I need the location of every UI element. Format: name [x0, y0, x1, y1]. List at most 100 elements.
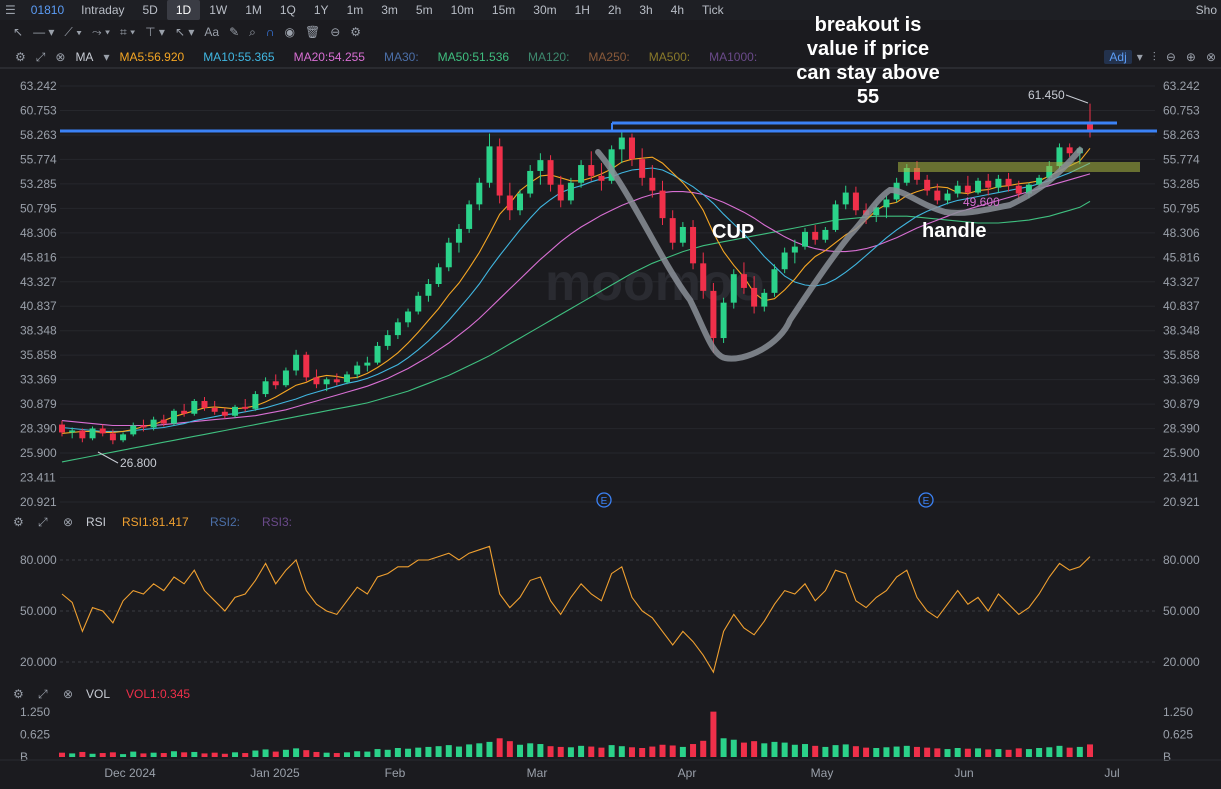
candle — [455, 228, 462, 243]
event-marker: E — [601, 496, 608, 507]
candle — [354, 365, 361, 375]
vol-tick-left: 1.250 — [20, 705, 50, 719]
candle — [700, 263, 707, 291]
volume-bar — [262, 749, 269, 757]
volume-bar — [598, 747, 605, 757]
candle — [405, 311, 412, 323]
candle — [588, 165, 595, 176]
candle — [343, 374, 350, 383]
volume-bar — [954, 748, 961, 757]
rsi-tick-left: 20.000 — [20, 655, 57, 669]
price-tick-left: 40.837 — [20, 299, 57, 313]
handle-zone — [898, 162, 1140, 172]
price-tick-right: 58.263 — [1163, 128, 1200, 142]
candle — [201, 400, 208, 408]
candle — [730, 274, 737, 303]
price-tick-left: 50.795 — [20, 201, 57, 215]
price-tick-right: 38.348 — [1163, 324, 1200, 338]
price-tick-left: 23.411 — [20, 471, 56, 485]
candle — [985, 180, 992, 188]
volume-bar — [852, 746, 859, 757]
rsi3-value[interactable]: RSI3: — [262, 515, 292, 529]
candle — [476, 182, 483, 205]
vol-label[interactable]: VOL — [86, 687, 110, 701]
candle — [323, 379, 330, 385]
volume-bar — [405, 748, 412, 757]
volume-bar — [150, 752, 157, 757]
volume-bar — [913, 746, 920, 757]
volume-bar — [679, 746, 686, 757]
price-tick-right: 63.242 — [1163, 79, 1200, 93]
candle — [140, 425, 147, 428]
gear-icon[interactable]: ⚙ — [13, 515, 24, 529]
volume-bar — [89, 753, 96, 757]
date-tick: Jun — [954, 766, 973, 780]
price-tick-left: 35.858 — [20, 348, 57, 362]
volume-bar — [343, 752, 350, 757]
volume-bar — [79, 751, 86, 757]
candle — [221, 411, 228, 416]
volume-bar — [191, 751, 198, 757]
candle — [578, 165, 585, 183]
volume-bar — [435, 746, 442, 757]
volume-bar — [242, 753, 249, 757]
volume-bar — [527, 743, 534, 757]
volume-bar — [99, 753, 106, 757]
volume-bar — [59, 752, 65, 757]
volume-bar — [567, 747, 574, 757]
volume-bar — [160, 753, 167, 757]
candle — [710, 290, 717, 339]
volume-bar — [588, 746, 595, 757]
candle — [130, 425, 137, 435]
candle — [832, 204, 839, 230]
volume-bar — [740, 742, 747, 757]
candle — [435, 267, 442, 284]
price-tick-right: 60.753 — [1163, 103, 1200, 117]
price-tick-left: 53.285 — [20, 177, 57, 191]
candle — [506, 195, 513, 211]
volume-bar — [425, 746, 432, 757]
rsi-tick-right: 80.000 — [1163, 553, 1200, 567]
date-tick: May — [811, 766, 834, 780]
volume-bar — [547, 746, 554, 757]
date-tick: Mar — [527, 766, 548, 780]
low-price-label: 26.800 — [120, 456, 157, 470]
candle — [618, 137, 625, 150]
price-tick-left: 58.263 — [20, 128, 57, 142]
chart-canvas[interactable]: moomoo 80.000 80.00050.000 50.00020.000 20.… — [0, 0, 1221, 789]
volume-bar — [1025, 749, 1032, 757]
volume-bar — [791, 744, 798, 757]
candle — [69, 430, 76, 433]
volume-bar — [323, 752, 330, 757]
volume-bar — [69, 753, 76, 757]
candle — [822, 229, 829, 240]
gear-icon[interactable]: ⚙ — [13, 687, 24, 701]
vol1-value[interactable]: VOL1:0.345 — [126, 687, 190, 701]
date-tick: Feb — [385, 766, 406, 780]
close-icon[interactable]: ⊗ — [63, 687, 73, 701]
candle — [252, 394, 259, 409]
volume-bar — [578, 745, 585, 757]
rsi2-value[interactable]: RSI2: — [210, 515, 240, 529]
candle — [771, 269, 778, 293]
volume-bar — [354, 751, 361, 757]
volume-bar — [201, 753, 208, 757]
candle — [751, 287, 758, 307]
close-icon[interactable]: ⊗ — [63, 515, 73, 529]
candle — [170, 410, 177, 424]
volume-bar — [313, 751, 320, 757]
volume-bar — [415, 747, 422, 757]
volume-bar — [303, 750, 310, 757]
volume-bar — [120, 754, 127, 757]
volume-bar — [730, 739, 737, 757]
candle — [527, 170, 534, 194]
vol-tick-right: B — [1163, 750, 1171, 764]
candle — [598, 175, 605, 181]
rsi1-value[interactable]: RSI1:81.417 — [122, 515, 189, 529]
volume-bar — [863, 747, 870, 757]
rsi-label[interactable]: RSI — [86, 515, 106, 529]
volume-bar — [1046, 747, 1053, 757]
candle — [160, 419, 167, 424]
expand-icon[interactable]: ⤢ — [37, 687, 48, 701]
expand-icon[interactable]: ⤢ — [37, 515, 48, 529]
